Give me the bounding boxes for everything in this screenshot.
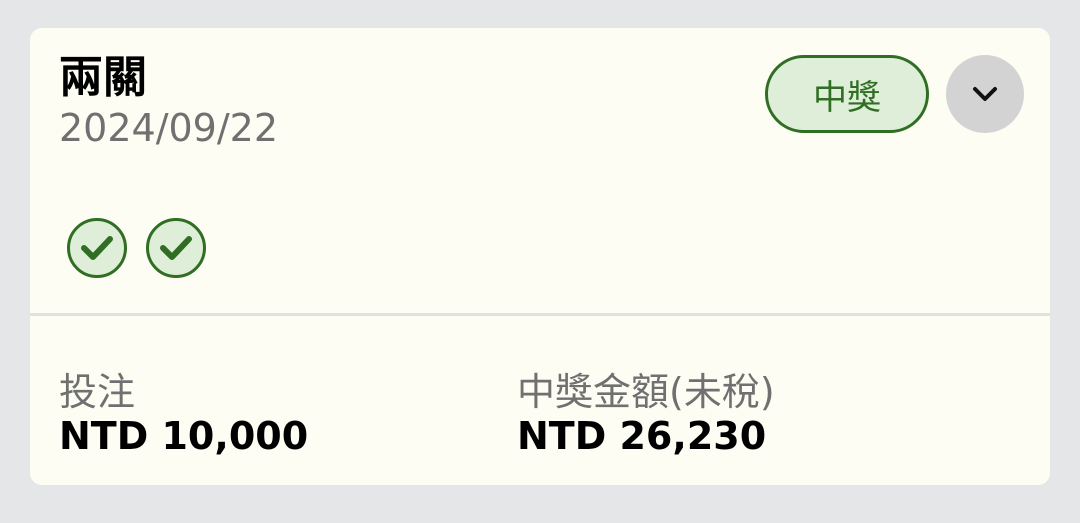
status-badge: 中獎 <box>765 55 929 133</box>
check-circle-icon <box>146 218 206 278</box>
payout-value: NTD 26,230 <box>517 414 767 458</box>
bet-record-card: 兩關 2024/09/22 中獎 投注 NTD 10,000 中獎金額(未稅) … <box>30 28 1050 485</box>
bet-date: 2024/09/22 <box>59 106 279 150</box>
stake-label: 投注 <box>59 370 136 414</box>
bet-type-title: 兩關 <box>59 52 147 103</box>
stake-value: NTD 10,000 <box>59 414 309 458</box>
payout-label: 中獎金額(未稅) <box>517 370 775 414</box>
divider <box>30 313 1050 316</box>
check-circle-icon <box>67 218 127 278</box>
chevron-down-icon <box>973 87 997 101</box>
expand-button[interactable] <box>946 55 1024 133</box>
leg-results <box>67 218 206 278</box>
